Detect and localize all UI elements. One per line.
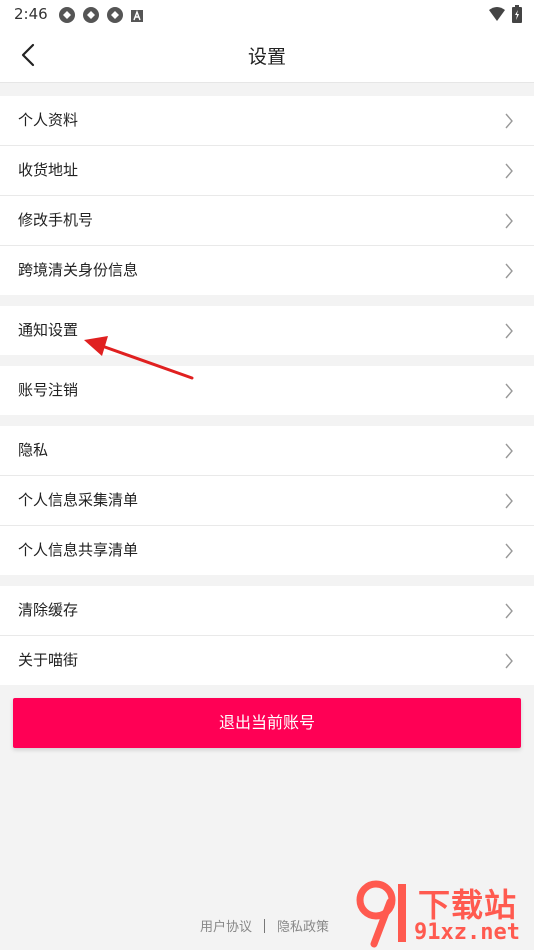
settings-row-notifications[interactable]: 通知设置 [0, 306, 534, 355]
notification-icon [82, 6, 100, 28]
settings-group-privacy: 隐私 个人信息采集清单 个人信息共享清单 [0, 426, 534, 575]
chevron-right-icon [505, 323, 513, 339]
row-label: 通知设置 [18, 321, 79, 339]
row-label: 修改手机号 [18, 211, 94, 229]
nav-bar: 设置 [0, 28, 534, 83]
settings-row-clear-cache[interactable]: 清除缓存 [0, 586, 534, 636]
chevron-right-icon [505, 653, 513, 669]
row-label: 收货地址 [18, 161, 79, 179]
chevron-right-icon [505, 493, 513, 509]
chevron-right-icon [505, 603, 513, 619]
status-notification-icons [58, 6, 144, 28]
settings-row-change-phone[interactable]: 修改手机号 [0, 196, 534, 246]
chevron-right-icon [505, 163, 513, 179]
settings-row-info-sharing-list[interactable]: 个人信息共享清单 [0, 526, 534, 575]
logout-button[interactable]: 退出当前账号 [13, 698, 521, 748]
watermark: 下载站 91xz.net [354, 874, 530, 950]
status-bar: 2:46 [0, 0, 534, 28]
settings-row-delete-account[interactable]: 账号注销 [0, 366, 534, 415]
page-title: 设置 [247, 46, 286, 68]
row-label: 跨境清关身份信息 [18, 261, 139, 279]
settings-row-shipping-address[interactable]: 收货地址 [0, 146, 534, 196]
row-label: 个人资料 [18, 111, 79, 129]
status-time: 2:46 [14, 5, 48, 23]
footer-divider [264, 918, 266, 933]
user-agreement-link[interactable]: 用户协议 [200, 916, 252, 935]
row-label: 关于喵街 [18, 651, 79, 669]
settings-group-notifications: 通知设置 [0, 306, 534, 355]
row-label: 账号注销 [18, 381, 79, 399]
row-label: 个人信息共享清单 [18, 541, 139, 559]
row-label: 清除缓存 [18, 601, 79, 619]
chevron-right-icon [505, 543, 513, 559]
settings-row-about[interactable]: 关于喵街 [0, 636, 534, 685]
notification-icon [106, 6, 124, 28]
watermark-text-bottom: 91xz.net [414, 920, 520, 945]
wifi-icon [488, 6, 506, 26]
row-label: 隐私 [18, 441, 49, 459]
chevron-right-icon [505, 213, 513, 229]
chevron-right-icon [505, 383, 513, 399]
row-label: 个人信息采集清单 [18, 491, 139, 509]
a-icon [130, 8, 144, 27]
settings-row-info-collection-list[interactable]: 个人信息采集清单 [0, 476, 534, 526]
privacy-policy-link[interactable]: 隐私政策 [277, 916, 329, 935]
settings-row-privacy[interactable]: 隐私 [0, 426, 534, 476]
notification-icon [58, 6, 76, 28]
settings-group-misc: 清除缓存 关于喵街 [0, 586, 534, 685]
settings-row-profile[interactable]: 个人资料 [0, 96, 534, 146]
settings-group-account-deletion: 账号注销 [0, 366, 534, 415]
status-system-icons [488, 5, 522, 27]
settings-group-account: 个人资料 收货地址 修改手机号 跨境清关身份信息 [0, 96, 534, 295]
watermark-logo-icon [356, 880, 406, 948]
chevron-right-icon [505, 263, 513, 279]
battery-icon [512, 5, 522, 27]
chevron-right-icon [505, 113, 513, 129]
settings-row-customs-identity[interactable]: 跨境清关身份信息 [0, 246, 534, 295]
chevron-right-icon [505, 443, 513, 459]
footer-links: 用户协议 隐私政策 [200, 916, 329, 935]
